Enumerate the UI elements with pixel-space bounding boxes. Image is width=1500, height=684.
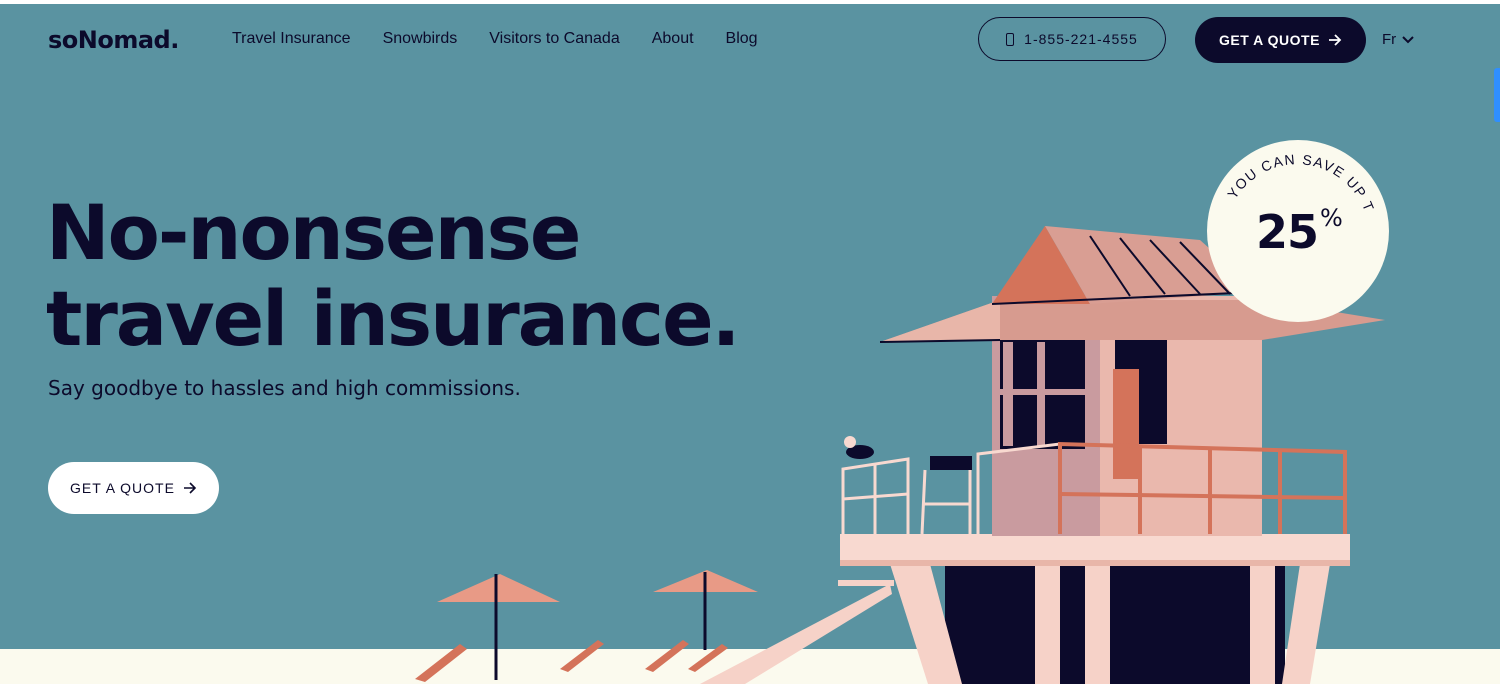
nav-visitors-to-canada[interactable]: Visitors to Canada: [489, 30, 619, 48]
badge-number: 25: [1256, 205, 1319, 259]
phone-icon: [1006, 32, 1015, 46]
phone-button[interactable]: 1-855-221-4555: [978, 17, 1166, 61]
page-title: No-nonsense travel insurance.: [46, 188, 741, 363]
header-get-quote-button[interactable]: GET A QUOTE: [1195, 17, 1366, 63]
logo[interactable]: soNomad.: [48, 26, 179, 54]
language-selector[interactable]: Fr: [1382, 31, 1414, 48]
nav-snowbirds[interactable]: Snowbirds: [383, 30, 458, 48]
nav-blog[interactable]: Blog: [726, 30, 758, 48]
badge-value: 25%: [1256, 204, 1343, 259]
nav-travel-insurance[interactable]: Travel Insurance: [232, 30, 351, 48]
main-nav: Travel Insurance Snowbirds Visitors to C…: [232, 30, 790, 48]
hero-subtitle: Say goodbye to hassles and high commissi…: [48, 376, 521, 400]
chevron-down-icon: [1402, 35, 1414, 43]
phone-number: 1-855-221-4555: [1024, 31, 1138, 47]
arrow-right-icon: [1328, 34, 1342, 46]
hero-get-quote-button[interactable]: GET A QUOTE: [48, 462, 219, 514]
hero-section: soNomad. Travel Insurance Snowbirds Visi…: [0, 4, 1500, 684]
header-quote-label: GET A QUOTE: [1219, 32, 1320, 48]
side-feedback-tab[interactable]: [1494, 68, 1500, 122]
nav-about[interactable]: About: [652, 30, 694, 48]
hero-quote-label: GET A QUOTE: [70, 480, 175, 496]
arrow-right-icon: [183, 482, 197, 494]
badge-unit: %: [1320, 204, 1343, 232]
language-label: Fr: [1382, 31, 1397, 48]
title-line-2: travel insurance.: [46, 274, 741, 363]
title-line-1: No-nonsense: [46, 188, 581, 277]
